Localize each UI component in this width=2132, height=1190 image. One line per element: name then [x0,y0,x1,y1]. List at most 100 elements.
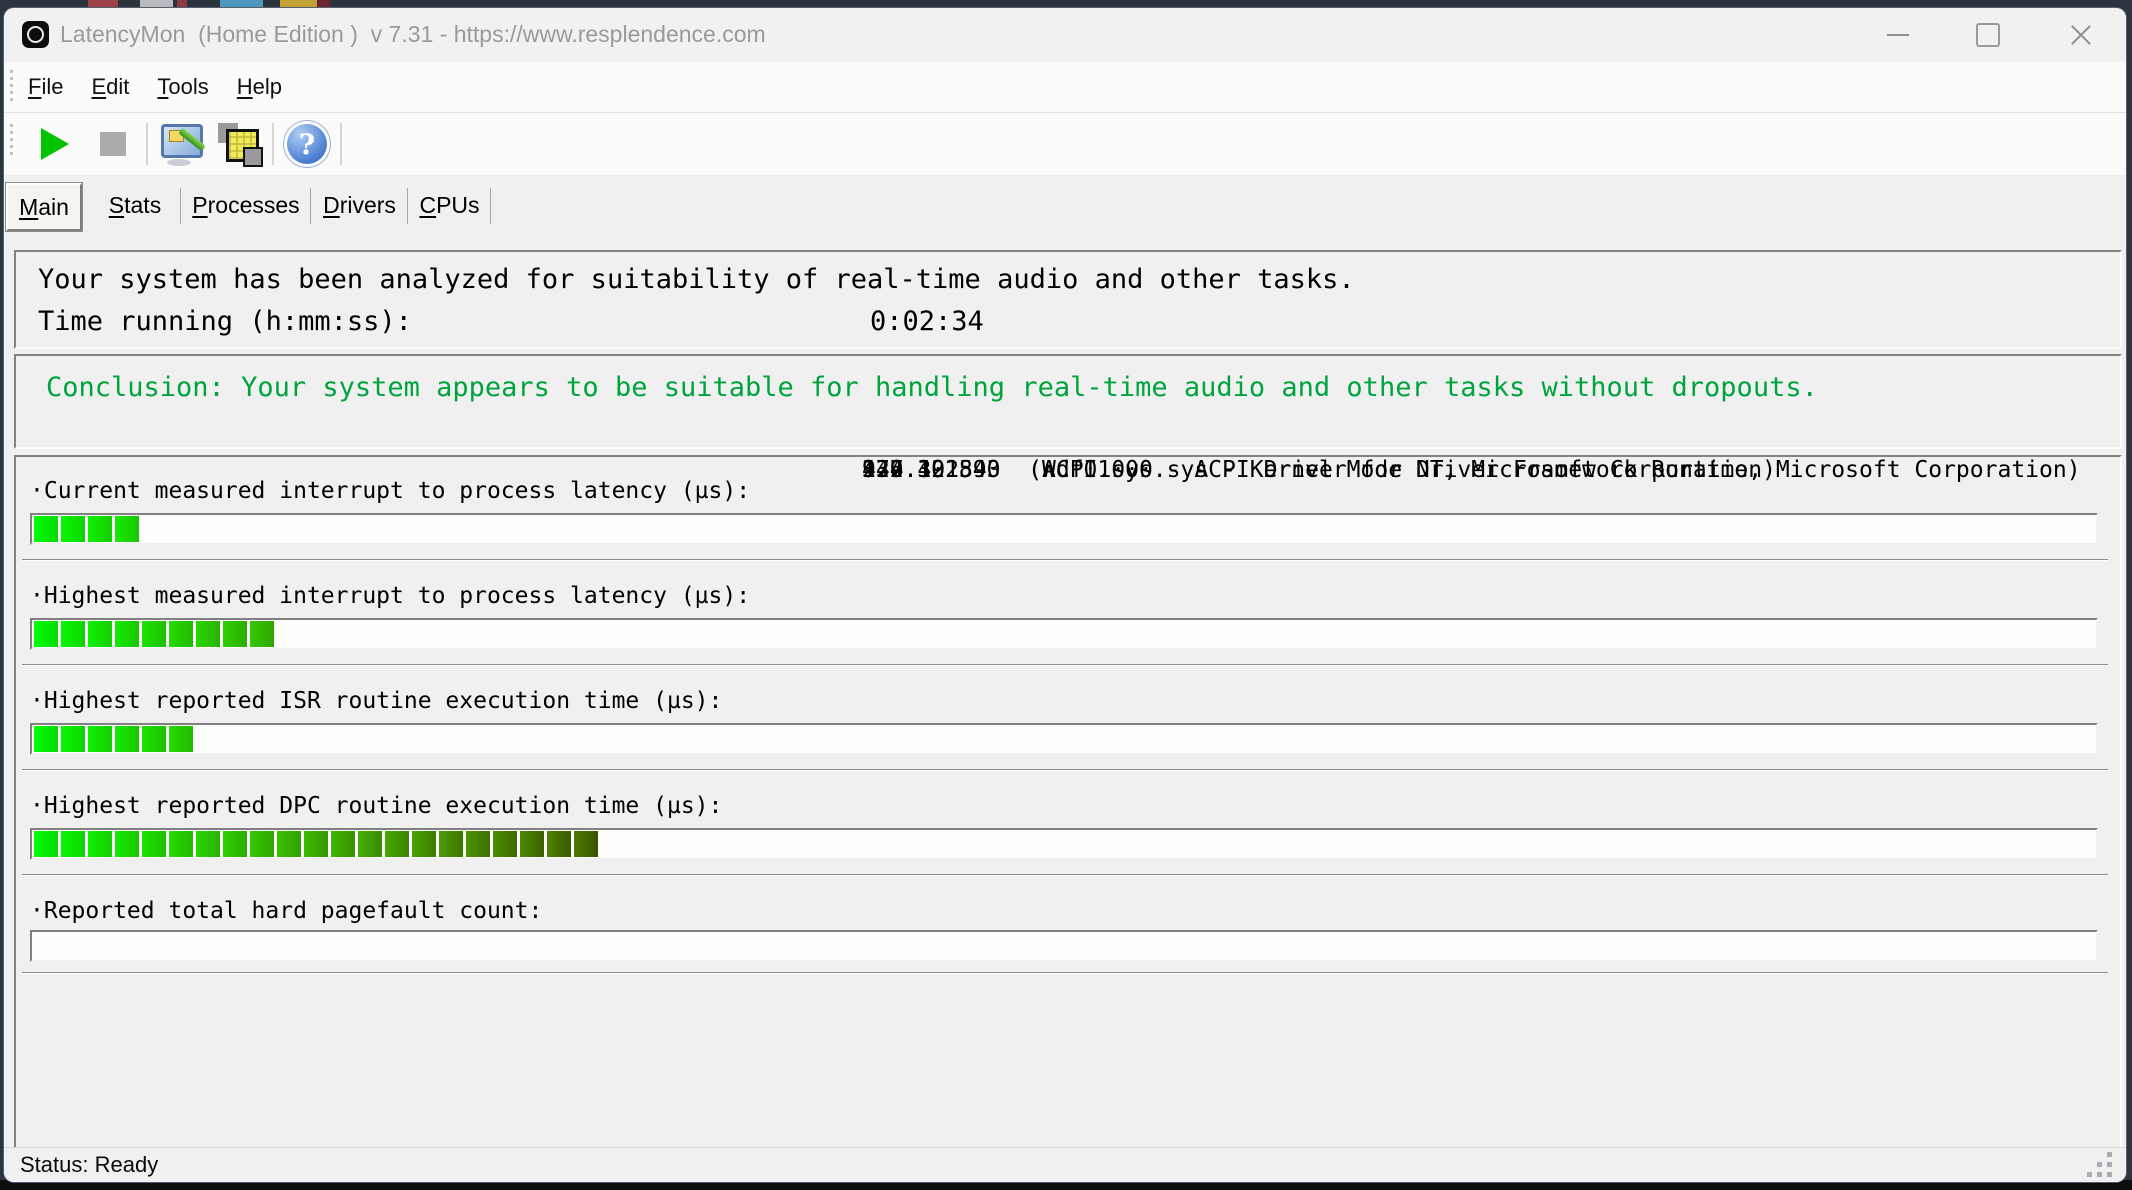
bar-segment [358,831,382,857]
metrics-panel: ·Current measured interrupt to process l… [14,455,2122,1149]
analysis-summary-text: Your system has been analyzed for suitab… [38,264,1355,295]
minimize-button[interactable] [1866,8,1930,62]
help-icon: ? [284,121,330,167]
play-icon [41,128,69,160]
metric-label: ·Highest measured interrupt to process l… [30,583,750,609]
analyze-system-icon [157,122,205,166]
bar-segment [115,726,139,752]
bar-segment [250,831,274,857]
summary-panel: Your system has been analyzed for suitab… [14,250,2122,349]
tab-drivers[interactable]: Drivers [311,183,408,227]
toolbar-separator [340,123,342,165]
tab-cpus[interactable]: CPUs [408,183,491,227]
toolbar-separator [146,123,148,165]
bar-segment [196,831,220,857]
bar-segment [142,621,166,647]
bar-segment [304,831,328,857]
tab-main[interactable]: Main [6,183,82,231]
menu-item-file[interactable]: File [28,74,63,100]
bar-segment [331,831,355,857]
latency-bar [30,513,2098,545]
bar-segment [574,831,598,857]
status-text: Status: Ready [20,1152,158,1178]
bar-segment [169,831,193,857]
start-button[interactable] [26,118,84,170]
bar-segment [88,726,112,752]
tab-processes[interactable]: Processes [181,183,311,227]
options-button[interactable] [210,118,268,170]
metric-label: ·Highest reported DPC routine execution … [30,793,722,819]
row-separator [22,559,2108,561]
toolbar-gripper[interactable] [10,124,13,158]
tab-stats[interactable]: Stats [89,183,181,227]
bar-segment [61,621,85,647]
stop-button[interactable] [84,118,142,170]
bar-segment [34,621,58,647]
titlebar[interactable]: LatencyMon (Home Edition ) v 7.31 - http… [4,8,2126,62]
bar-segment [34,831,58,857]
bar-segment [142,726,166,752]
bar-segment [223,831,247,857]
close-button[interactable] [2049,8,2113,62]
tab-bar: Main Stats Processes Drivers CPUs [4,176,2126,249]
bar-segment [547,831,571,857]
bar-segment [34,516,58,542]
row-separator [22,874,2108,876]
bar-segment [115,516,139,542]
bar-segment [196,621,220,647]
status-bar: Status: Ready [4,1147,2126,1182]
time-running-value: 0:02:34 [870,306,984,337]
minimize-icon [1887,34,1909,36]
latency-bar [30,723,2098,755]
row-separator [22,972,2108,974]
latency-bar [30,618,2098,650]
bar-segment [88,516,112,542]
conclusion-panel: Conclusion: Your system appears to be su… [14,354,2122,449]
metric-label: ·Current measured interrupt to process l… [30,478,750,504]
bar-segment [439,831,463,857]
latency-bar [30,828,2098,860]
menu-item-tools[interactable]: Tools [157,74,208,100]
resize-grip[interactable] [2082,1151,2112,1177]
bar-segment [520,831,544,857]
row-separator [22,769,2108,771]
bar-segment [412,831,436,857]
menu-item-help[interactable]: Help [237,74,282,100]
bar-segment [169,621,193,647]
menubar: File Edit Tools Help [4,62,2126,113]
bar-segment [88,621,112,647]
metric-value: 376 [862,457,904,483]
bar-segment [34,726,58,752]
row-separator [22,664,2108,666]
bar-segment [223,621,247,647]
toolbar-separator [272,123,274,165]
conclusion-text: Conclusion: Your system appears to be su… [46,372,1818,403]
window-title: LatencyMon (Home Edition ) v 7.31 - http… [60,21,766,48]
maximize-icon [1976,23,2000,47]
layers-icon [215,121,263,167]
toolbar: ? [4,113,2126,176]
latencymon-window: LatencyMon (Home Edition ) v 7.31 - http… [4,8,2126,1182]
bar-segment [115,621,139,647]
app-icon [22,21,49,48]
analyze-button[interactable] [152,118,210,170]
bar-segment [142,831,166,857]
bar-segment [169,726,193,752]
bar-segment [61,516,85,542]
bar-segment [493,831,517,857]
metric-label: ·Highest reported ISR routine execution … [30,688,722,714]
help-button[interactable]: ? [278,118,336,170]
metric-label: ·Reported total hard pagefault count: [30,898,542,924]
menubar-gripper[interactable] [10,70,13,104]
time-running-label: Time running (h:mm:ss): [38,306,412,337]
bar-segment [466,831,490,857]
metric-value: 949.491590 (ACPI.sys - ACPI Driver for N… [862,457,1776,483]
close-icon [2070,24,2092,46]
menu-item-edit[interactable]: Edit [91,74,129,100]
maximize-button[interactable] [1956,8,2020,62]
latency-bar [30,930,2098,962]
bar-segment [115,831,139,857]
bar-segment [277,831,301,857]
bar-segment [250,621,274,647]
stop-icon [100,132,126,156]
